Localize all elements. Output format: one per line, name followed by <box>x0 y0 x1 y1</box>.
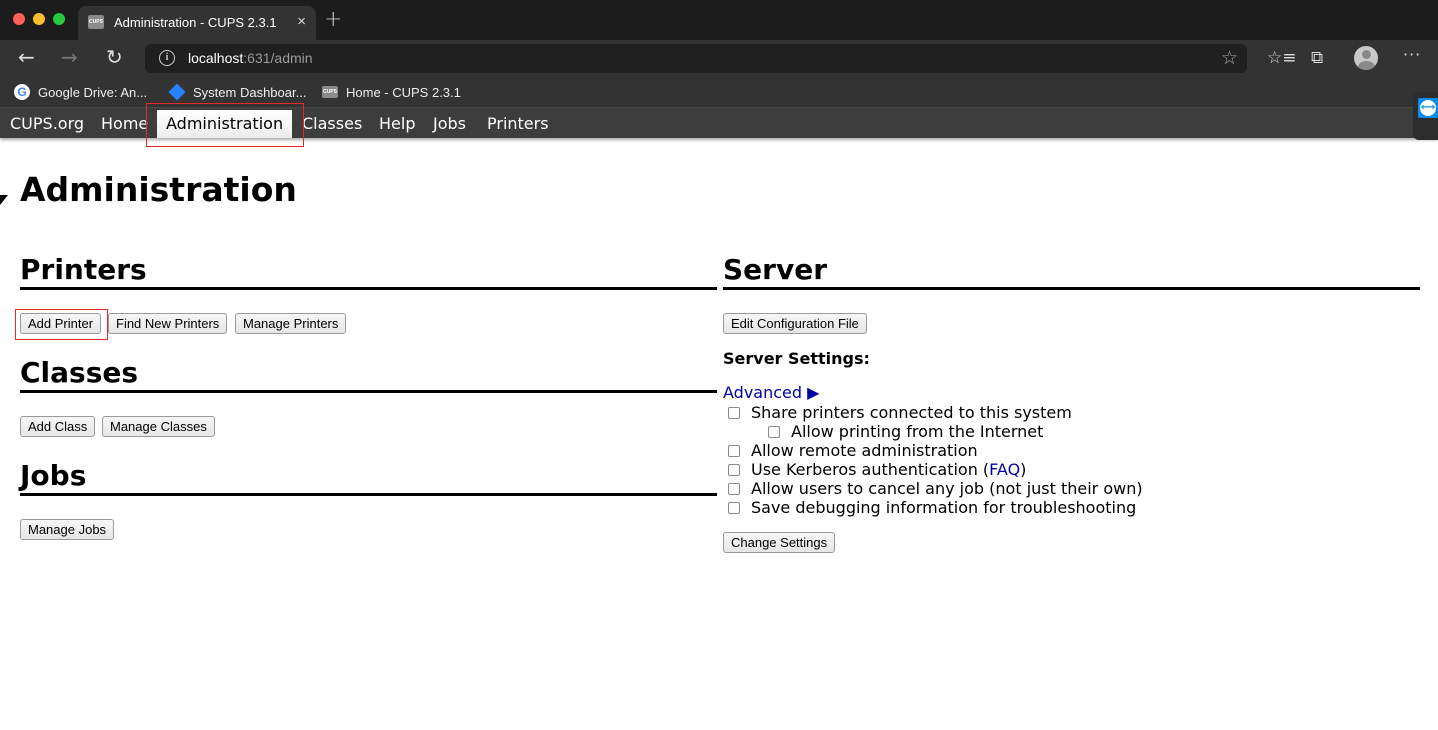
close-tab-icon[interactable]: × <box>297 13 306 30</box>
manage-printers-button[interactable]: Manage Printers <box>235 313 347 334</box>
nav-help[interactable]: Help <box>370 108 424 138</box>
manage-jobs-button[interactable]: Manage Jobs <box>20 519 115 540</box>
favorites-icon[interactable]: ☆≡ <box>1267 48 1296 68</box>
nav-classes[interactable]: Classes <box>293 108 371 138</box>
bookmark-label: Google Drive: An... <box>38 84 148 100</box>
manage-classes-button[interactable]: Manage Classes <box>102 416 215 437</box>
close-window-button[interactable] <box>13 13 25 25</box>
cups-favicon-icon: CUPS <box>322 86 338 98</box>
option-label: Use Kerberos authentication ( <box>751 460 990 479</box>
bookmark-google-drive[interactable]: G Google Drive: An... <box>14 83 147 101</box>
option-debug-logging[interactable]: Save debugging information for troublesh… <box>728 498 1136 517</box>
reload-icon[interactable]: ↻ <box>106 46 123 68</box>
jobs-divider <box>20 493 717 496</box>
classes-heading: Classes <box>20 356 139 389</box>
profile-avatar-icon[interactable] <box>1354 46 1378 70</box>
cancel-any-job-checkbox[interactable] <box>728 482 740 495</box>
back-arrow-icon[interactable]: ← <box>18 46 35 68</box>
tab-title: Administration - CUPS 2.3.1 <box>114 15 277 30</box>
kerberos-faq-link[interactable]: FAQ <box>989 460 1020 479</box>
printers-divider <box>20 287 717 290</box>
add-class-button[interactable]: Add Class <box>20 416 96 437</box>
option-kerberos[interactable]: Use Kerberos authentication (FAQ) <box>728 460 1026 479</box>
kerberos-checkbox[interactable] <box>728 463 740 476</box>
address-bar[interactable]: i localhost:631/admin ☆ <box>145 44 1247 73</box>
bookmarks-bar: G Google Drive: An... System Dashboar...… <box>0 77 1438 108</box>
server-divider <box>723 287 1420 290</box>
add-printer-button[interactable]: Add Printer <box>20 313 102 334</box>
new-tab-button[interactable]: + <box>324 9 342 31</box>
bookmark-label: System Dashboar... <box>193 84 307 100</box>
debug-logging-checkbox[interactable] <box>728 501 740 514</box>
google-icon: G <box>14 84 30 100</box>
option-label-suffix: ) <box>1020 460 1027 479</box>
bookmark-cups-home[interactable]: CUPS Home - CUPS 2.3.1 <box>322 83 461 101</box>
option-share-printers[interactable]: Share printers connected to this system <box>728 403 1072 422</box>
server-heading: Server <box>723 253 828 286</box>
classes-divider <box>20 390 717 393</box>
find-new-printers-button[interactable]: Find New Printers <box>108 313 228 334</box>
address-url[interactable]: localhost:631/admin <box>188 50 313 66</box>
url-host: localhost <box>188 50 244 66</box>
more-menu-icon[interactable]: ··· <box>1403 45 1421 64</box>
teamviewer-widget[interactable] <box>1413 92 1438 140</box>
cups-nav-bar: CUPS.org Home Administration Classes Hel… <box>0 108 1438 138</box>
browser-title-bar: CUPS Administration - CUPS 2.3.1 × + <box>0 0 1438 40</box>
option-label: Allow printing from the Internet <box>791 422 1044 441</box>
option-cancel-any-job[interactable]: Allow users to cancel any job (not just … <box>728 479 1143 498</box>
option-label: Share printers connected to this system <box>751 403 1072 422</box>
minimize-window-button[interactable] <box>33 13 45 25</box>
nav-administration[interactable]: Administration <box>157 110 293 138</box>
option-allow-internet-printing[interactable]: Allow printing from the Internet <box>768 422 1043 441</box>
server-settings-label: Server Settings: <box>723 349 870 368</box>
bookmark-label: Home - CUPS 2.3.1 <box>346 84 461 100</box>
option-remote-admin[interactable]: Allow remote administration <box>728 441 978 460</box>
nav-home[interactable]: Home <box>92 108 157 138</box>
site-info-icon[interactable]: i <box>159 50 175 66</box>
mouse-cursor-icon <box>0 195 8 205</box>
advanced-toggle-link[interactable]: Advanced ▶ <box>723 383 819 402</box>
page-title: Administration <box>20 170 297 209</box>
edit-configuration-file-button[interactable]: Edit Configuration File <box>723 313 867 334</box>
share-printers-checkbox[interactable] <box>728 406 740 419</box>
remote-admin-checkbox[interactable] <box>728 444 740 457</box>
url-path: :631/admin <box>243 50 313 66</box>
teamviewer-icon <box>1418 98 1438 118</box>
allow-internet-printing-checkbox[interactable] <box>768 425 780 438</box>
cups-favicon-icon: CUPS <box>88 15 104 29</box>
option-label: Allow users to cancel any job (not just … <box>751 479 1143 498</box>
browser-toolbar: ← → ↻ i localhost:631/admin ☆ ☆≡ ⧉ ··· <box>0 40 1438 77</box>
nav-cups-org[interactable]: CUPS.org <box>1 108 93 138</box>
bookmark-system-dashboard[interactable]: System Dashboar... <box>168 83 307 101</box>
nav-jobs[interactable]: Jobs <box>424 108 475 138</box>
jobs-heading: Jobs <box>20 459 87 492</box>
printers-heading: Printers <box>20 253 147 286</box>
option-label: Allow remote administration <box>751 441 978 460</box>
forward-arrow-icon[interactable]: → <box>61 46 78 68</box>
maximize-window-button[interactable] <box>53 13 65 25</box>
browser-tab-active[interactable]: CUPS Administration - CUPS 2.3.1 × <box>78 6 316 40</box>
collections-icon[interactable]: ⧉ <box>1311 48 1323 68</box>
add-favorite-star-icon[interactable]: ☆ <box>1221 47 1238 69</box>
jira-diamond-icon <box>168 83 186 101</box>
nav-printers[interactable]: Printers <box>478 108 558 138</box>
option-label: Save debugging information for troublesh… <box>751 498 1137 517</box>
change-settings-button[interactable]: Change Settings <box>723 532 836 553</box>
